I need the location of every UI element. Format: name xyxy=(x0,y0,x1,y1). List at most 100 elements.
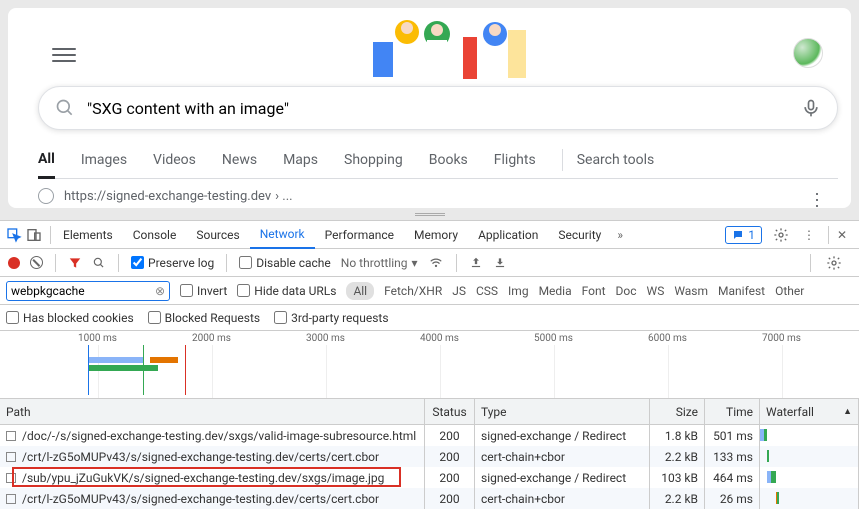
filter-type-doc[interactable]: Doc xyxy=(616,284,637,298)
throttling-select[interactable]: No throttling ▾ xyxy=(341,256,418,270)
devtools-grip[interactable] xyxy=(0,208,859,220)
col-type[interactable]: Type xyxy=(475,399,650,424)
tab-shopping[interactable]: Shopping xyxy=(344,141,403,179)
table-row[interactable]: /crt/l-zG5oMUPv43/s/signed-exchange-test… xyxy=(0,488,859,509)
console-messages-badge[interactable]: 1 xyxy=(725,226,762,244)
devtools-close-icon[interactable]: ✕ xyxy=(831,224,853,246)
filter-input-wrapper[interactable]: ⊗ xyxy=(6,281,170,301)
overview-tick: 7000 ms xyxy=(762,333,801,344)
col-path[interactable]: Path xyxy=(0,399,425,424)
devtools-tabs-more[interactable]: » xyxy=(611,228,629,242)
3rd-party-checkbox[interactable]: 3rd-party requests xyxy=(274,311,388,325)
network-table-body: /doc/-/s/signed-exchange-testing.dev/sxg… xyxy=(0,425,859,509)
tab-maps[interactable]: Maps xyxy=(283,141,318,179)
network-table-header: Path Status Type Size Time Waterfall▲ xyxy=(0,399,859,425)
row-status: 200 xyxy=(439,471,459,485)
devtools-tab-performance[interactable]: Performance xyxy=(315,221,404,249)
blocked-cookies-checkbox[interactable]: Has blocked cookies xyxy=(6,311,134,325)
filter-type-other[interactable]: Other xyxy=(775,284,804,298)
disable-cache-label: Disable cache xyxy=(256,256,331,270)
download-har-icon[interactable] xyxy=(493,256,507,270)
row-type: signed-exchange / Redirect xyxy=(481,471,626,485)
preserve-log-checkbox[interactable]: Preserve log xyxy=(131,256,214,270)
devtools-tab-sources[interactable]: Sources xyxy=(186,221,249,249)
filter-type-all[interactable]: All xyxy=(346,282,374,300)
col-size[interactable]: Size xyxy=(650,399,705,424)
filter-type-img[interactable]: Img xyxy=(508,284,529,298)
devtools-tab-memory[interactable]: Memory xyxy=(404,221,468,249)
row-path: /crt/l-zG5oMUPv43/s/signed-exchange-test… xyxy=(22,450,379,464)
devtools-more-icon[interactable]: ⋮ xyxy=(798,224,820,246)
filter-type-fetch[interactable]: Fetch/XHR xyxy=(384,284,442,298)
row-checkbox[interactable] xyxy=(6,452,16,462)
filter-type-font[interactable]: Font xyxy=(582,284,606,298)
filter-type-css[interactable]: CSS xyxy=(476,284,498,298)
invert-checkbox[interactable]: Invert xyxy=(180,284,227,298)
devtools-tab-console[interactable]: Console xyxy=(123,221,187,249)
row-time: 501 ms xyxy=(713,429,753,443)
row-checkbox[interactable] xyxy=(6,494,16,504)
devtools-tab-application[interactable]: Application xyxy=(468,221,548,249)
search-input[interactable] xyxy=(87,99,801,118)
preserve-log-label: Preserve log xyxy=(148,256,214,270)
tab-news[interactable]: News xyxy=(222,141,257,179)
filter-type-ws[interactable]: WS xyxy=(647,284,665,298)
filter-type-js[interactable]: JS xyxy=(452,284,466,298)
row-time: 464 ms xyxy=(713,471,753,485)
upload-har-icon[interactable] xyxy=(469,256,483,270)
row-type: signed-exchange / Redirect xyxy=(481,429,626,443)
devtools-settings-icon[interactable] xyxy=(770,224,792,246)
filter-icon[interactable] xyxy=(68,256,82,270)
devtools-tab-network[interactable]: Network xyxy=(250,221,315,249)
filter-type-wasm[interactable]: Wasm xyxy=(674,284,708,298)
blocked-req-label: Blocked Requests xyxy=(165,311,260,325)
search-tools[interactable]: Search tools xyxy=(577,141,655,179)
clear-filter-icon[interactable]: ⊗ xyxy=(155,284,165,298)
filter-type-media[interactable]: Media xyxy=(539,284,572,298)
mic-icon[interactable] xyxy=(801,98,821,118)
table-row[interactable]: /crt/l-zG5oMUPv43/s/signed-exchange-test… xyxy=(0,446,859,467)
google-doodle[interactable] xyxy=(363,12,528,82)
network-conditions-icon[interactable] xyxy=(428,256,444,270)
network-settings-icon[interactable] xyxy=(823,252,845,274)
inspect-icon[interactable] xyxy=(6,227,22,243)
blocked-requests-checkbox[interactable]: Blocked Requests xyxy=(148,311,260,325)
row-size: 103 kB xyxy=(661,471,698,485)
row-checkbox[interactable] xyxy=(6,431,16,441)
tab-all[interactable]: All xyxy=(38,141,55,179)
search-icon[interactable] xyxy=(92,256,106,270)
tab-books[interactable]: Books xyxy=(429,141,468,179)
result-url: https://signed-exchange-testing.dev xyxy=(64,189,271,204)
google-tabs: All Images Videos News Maps Shopping Boo… xyxy=(38,141,838,179)
row-type: cert-chain+cbor xyxy=(481,450,565,464)
tab-videos[interactable]: Videos xyxy=(153,141,196,179)
col-time[interactable]: Time xyxy=(705,399,760,424)
table-row[interactable]: /doc/-/s/signed-exchange-testing.dev/sxg… xyxy=(0,425,859,446)
filter-type-manifest[interactable]: Manifest xyxy=(718,284,765,298)
profile-avatar[interactable] xyxy=(793,38,823,68)
record-icon[interactable] xyxy=(8,257,20,269)
tab-images[interactable]: Images xyxy=(81,141,127,179)
disable-cache-checkbox[interactable]: Disable cache xyxy=(239,256,331,270)
row-time: 133 ms xyxy=(713,450,753,464)
hide-label: Hide data URLs xyxy=(254,284,336,298)
hamburger-menu[interactable] xyxy=(52,43,76,67)
clear-icon[interactable] xyxy=(30,256,43,269)
row-checkbox[interactable] xyxy=(6,473,16,483)
network-filter-bar-2: Has blocked cookies Blocked Requests 3rd… xyxy=(0,305,859,331)
tab-flights[interactable]: Flights xyxy=(494,141,536,179)
devtools-tab-elements[interactable]: Elements xyxy=(53,221,123,249)
hide-data-urls-checkbox[interactable]: Hide data URLs xyxy=(237,284,336,298)
search-result[interactable]: https://signed-exchange-testing.dev › ..… xyxy=(38,188,293,204)
col-status[interactable]: Status xyxy=(425,399,475,424)
search-box[interactable] xyxy=(38,86,838,130)
table-row[interactable]: /sub/ypu_jZuGukVK/s/signed-exchange-test… xyxy=(0,467,859,488)
col-waterfall[interactable]: Waterfall▲ xyxy=(760,399,859,424)
row-status: 200 xyxy=(439,492,459,506)
devtools-tab-security[interactable]: Security xyxy=(548,221,611,249)
network-overview[interactable]: 1000 ms 2000 ms 3000 ms 4000 ms 5000 ms … xyxy=(0,331,859,399)
filter-input[interactable] xyxy=(11,284,155,298)
devtools-panel: Elements Console Sources Network Perform… xyxy=(0,220,859,529)
device-toggle-icon[interactable] xyxy=(26,227,42,243)
blocked-cookies-label: Has blocked cookies xyxy=(23,311,134,325)
